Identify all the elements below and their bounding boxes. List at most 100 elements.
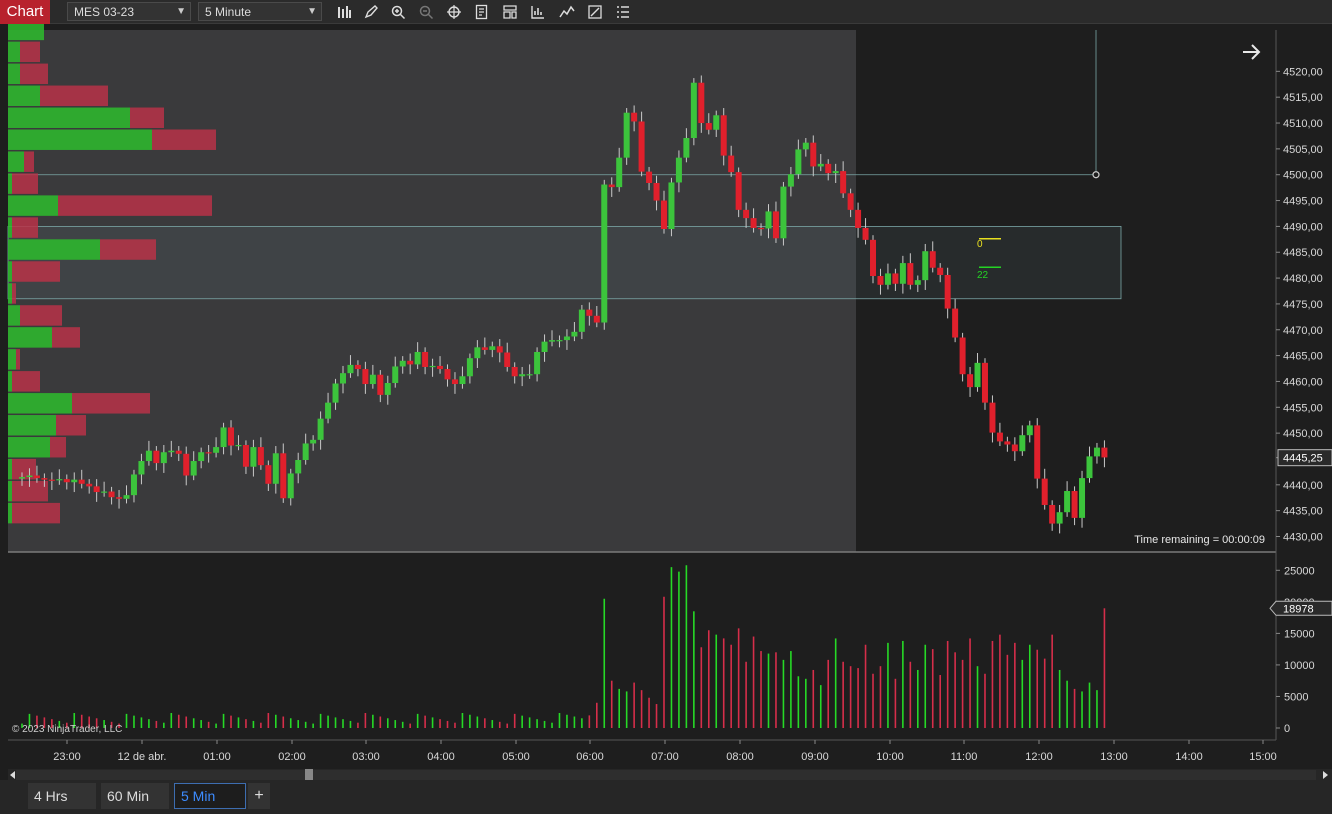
- candle-body: [369, 374, 376, 385]
- crosshair-icon[interactable]: [444, 2, 464, 22]
- volume-profile-bar: [50, 437, 66, 458]
- candle-body: [526, 374, 533, 376]
- candle-body: [1041, 478, 1048, 505]
- time-tick-label: 12:00: [1025, 751, 1053, 763]
- object-list-icon[interactable]: [613, 2, 633, 22]
- candle-body: [675, 157, 682, 183]
- volume-profile-bar: [20, 305, 62, 326]
- time-tick-label: 09:00: [801, 751, 829, 763]
- time-tick-label: 08:00: [726, 751, 754, 763]
- interval-tab-bar: 4 Hrs 60 Min 5 Min +: [0, 780, 1332, 814]
- candle-body: [795, 149, 802, 175]
- volume-profile-bar: [8, 41, 20, 63]
- candle-body: [250, 447, 257, 467]
- candle-body: [765, 211, 772, 229]
- price-tick-label: 4490,00: [1283, 221, 1323, 233]
- add-tab-button[interactable]: +: [248, 783, 270, 809]
- volume-profile-bar: [12, 173, 38, 194]
- candle-body: [780, 186, 787, 239]
- tab-4-hrs-label: 4 Hrs: [34, 788, 68, 804]
- volume-profile-bar: [8, 480, 12, 502]
- chevron-down-icon: ▼: [176, 6, 186, 17]
- volume-profile-bar: [12, 480, 48, 502]
- bar-type-icon[interactable]: [334, 2, 354, 22]
- properties-icon[interactable]: [472, 2, 492, 22]
- volume-profile-bar: [8, 371, 12, 392]
- candle-body: [1026, 425, 1033, 436]
- tab-60-min[interactable]: 60 Min: [101, 783, 169, 809]
- candle-body: [944, 274, 951, 309]
- volume-profile-bar: [16, 349, 20, 370]
- candle-body: [1034, 425, 1041, 479]
- candle-body: [414, 351, 421, 365]
- candle-body: [362, 369, 369, 385]
- strategy-icon[interactable]: [528, 2, 548, 22]
- candle-body: [302, 443, 309, 461]
- volume-profile-bar: [8, 458, 12, 480]
- template-icon[interactable]: [500, 2, 520, 22]
- candle-body: [481, 347, 488, 350]
- candle-body: [228, 427, 235, 446]
- drawing-tools-icon[interactable]: [585, 2, 605, 22]
- candle-body: [78, 479, 85, 484]
- time-tick-label: 07:00: [651, 751, 679, 763]
- chart-toolbar: Chart MES 03-23 ▼ 5 Minute ▼: [0, 0, 1332, 24]
- candle-body: [56, 479, 63, 481]
- candle-body: [989, 402, 996, 433]
- tab-5-min[interactable]: 5 Min: [174, 783, 246, 809]
- candle-body: [586, 309, 593, 316]
- volume-profile-bar: [8, 502, 12, 524]
- candle-body: [646, 171, 653, 183]
- candle-body: [892, 273, 899, 284]
- zoom-out-icon[interactable]: [416, 2, 436, 22]
- candle-body: [728, 155, 735, 173]
- candle-body: [474, 347, 481, 359]
- volume-profile-bar: [12, 502, 60, 524]
- time-tick-label: 11:00: [951, 751, 978, 763]
- volume-profile-bar: [24, 151, 34, 172]
- tab-4-hrs[interactable]: 4 Hrs: [28, 783, 96, 809]
- candle-body: [407, 360, 414, 365]
- pencil-icon[interactable]: [361, 2, 381, 22]
- candle-body: [563, 336, 570, 341]
- volume-profile-bar: [12, 371, 40, 392]
- chart-canvas[interactable]: 0 22 4520,00 4515,00 4510,00 4505,00 4500,00 4…: [0, 24, 1332, 790]
- candle-body: [832, 171, 839, 174]
- candle-body: [511, 366, 518, 377]
- candle-body: [750, 218, 757, 228]
- candle-body: [265, 465, 272, 484]
- candle-body: [317, 418, 324, 440]
- interval-selector[interactable]: 5 Minute ▼: [198, 2, 322, 21]
- chart-area[interactable]: 0 22 4520,00 4515,00 4510,00 4505,00 4500,00 4…: [0, 24, 1332, 790]
- candle-body: [601, 184, 608, 323]
- candle-body: [616, 157, 623, 188]
- chart-tab[interactable]: Chart: [0, 0, 50, 24]
- candle-body: [623, 112, 630, 158]
- candle-body: [123, 495, 130, 499]
- instrument-selector[interactable]: MES 03-23 ▼: [67, 2, 191, 21]
- zoom-in-icon[interactable]: [388, 2, 408, 22]
- candle-body: [175, 450, 182, 454]
- candle-body: [638, 121, 645, 172]
- horizontal-scrollbar[interactable]: [16, 770, 1316, 780]
- volume-profile-bar: [12, 261, 60, 282]
- candle-body: [429, 365, 436, 368]
- candle-body: [504, 352, 511, 367]
- candle-body: [451, 379, 458, 385]
- candle-body: [952, 308, 959, 338]
- volume-tick-label: 5000: [1284, 691, 1308, 703]
- candle-body: [937, 267, 944, 275]
- candle-body: [272, 453, 279, 484]
- volume-profile-bar: [20, 63, 48, 85]
- copyright-text: © 2023 NinjaTrader, LLC: [12, 724, 122, 735]
- volume-profile-bar: [8, 437, 50, 458]
- candle-body: [1101, 447, 1108, 458]
- chevron-down-icon: ▼: [307, 6, 317, 17]
- candle-body: [242, 445, 249, 467]
- volume-profile-bar: [8, 195, 58, 216]
- price-tick-label: 4440,00: [1283, 480, 1323, 492]
- candle-body: [86, 483, 93, 487]
- candle-body: [922, 251, 929, 281]
- indicator-icon[interactable]: [557, 2, 577, 22]
- candle-body: [295, 460, 302, 474]
